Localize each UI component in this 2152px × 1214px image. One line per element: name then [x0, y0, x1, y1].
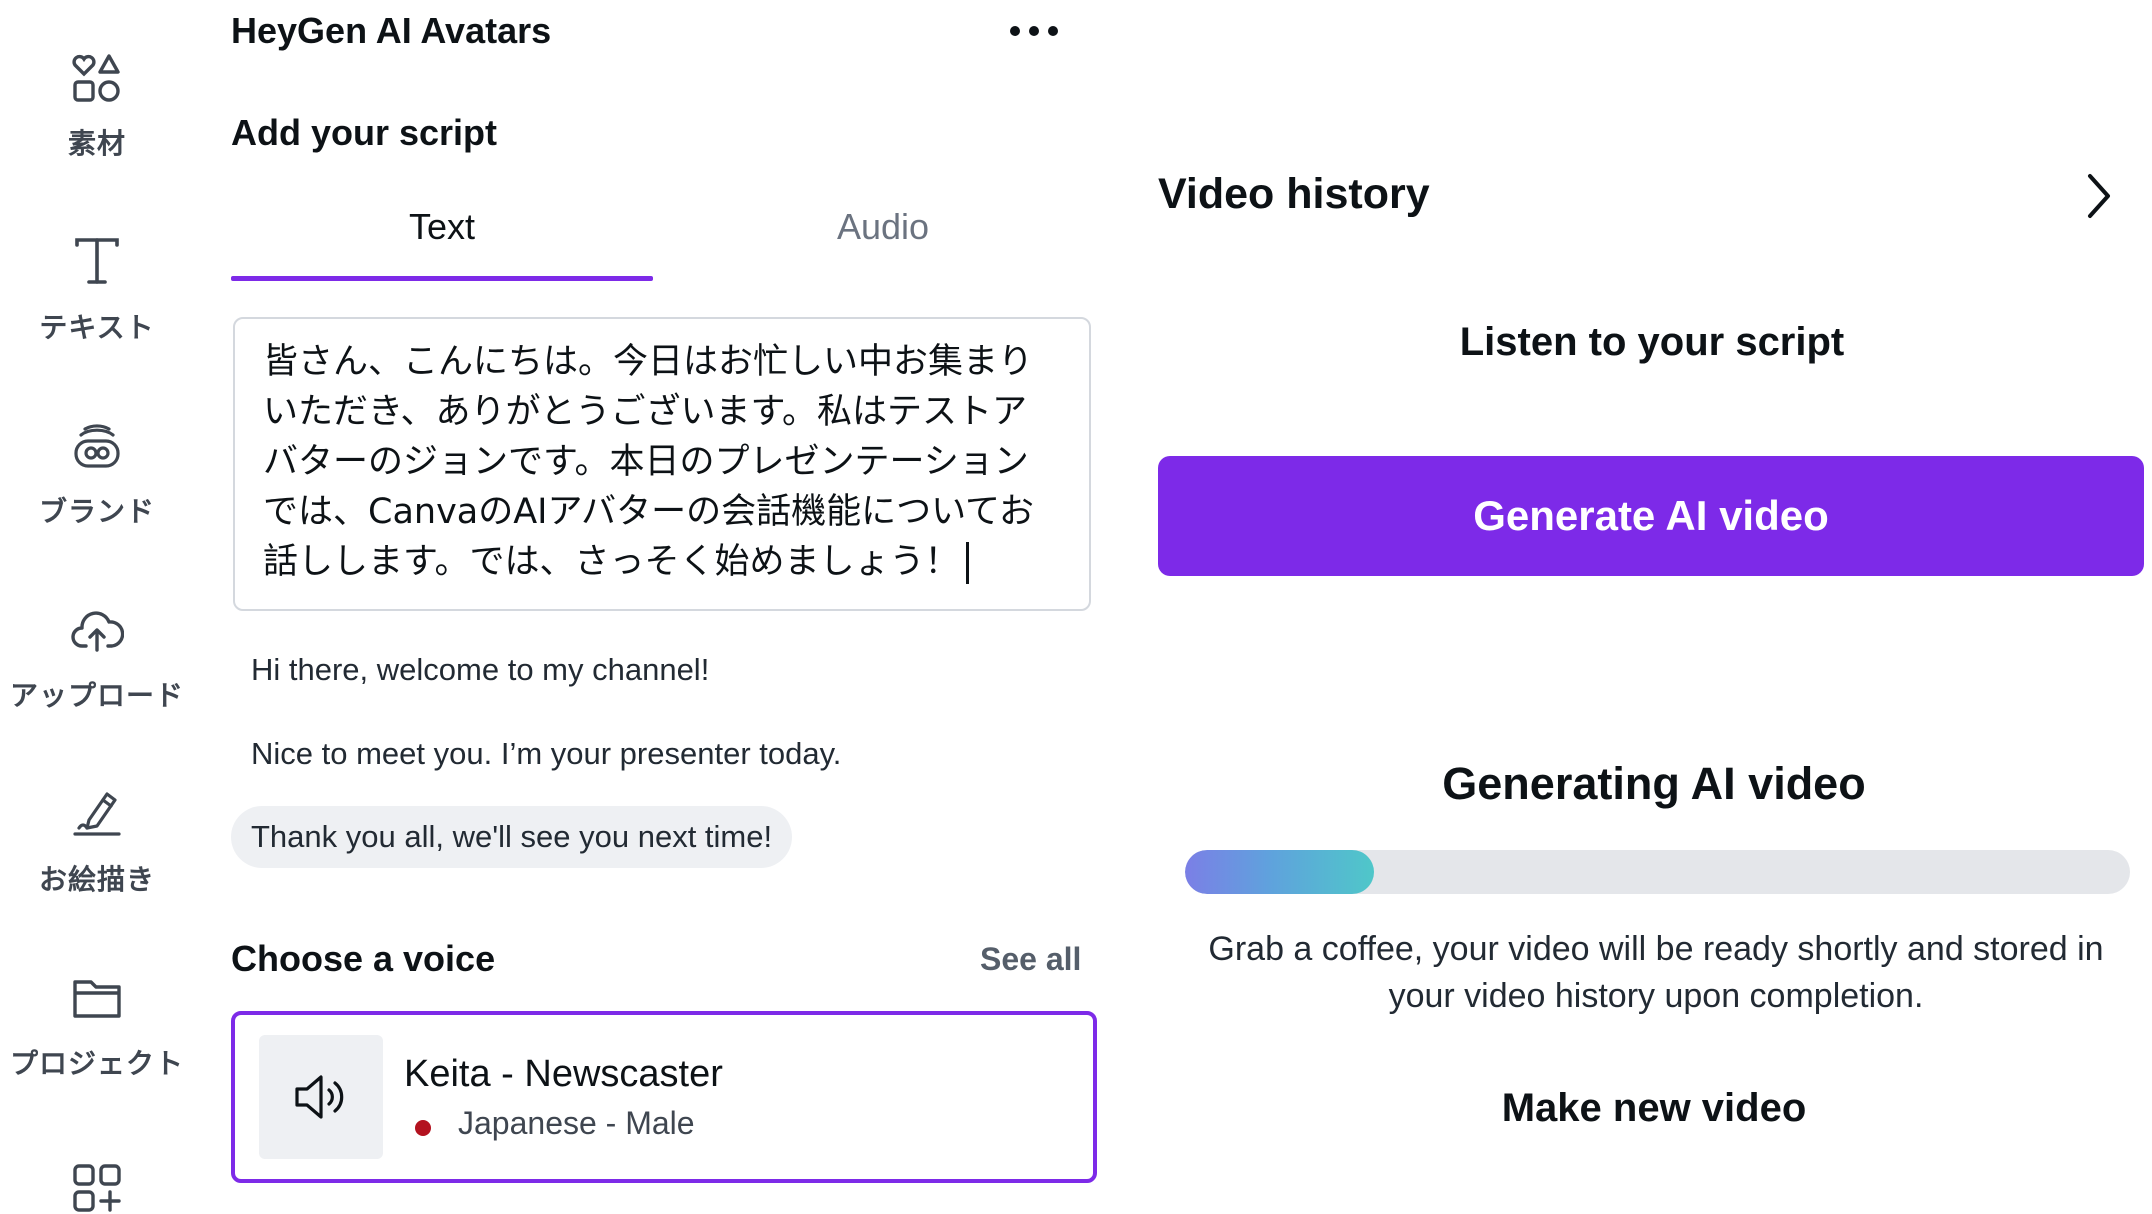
rail-label: 素材: [67, 127, 126, 160]
draw-pen-icon: [73, 792, 121, 836]
speaker-icon: [295, 1075, 344, 1119]
text-icon: [75, 238, 119, 284]
tab-text[interactable]: Text: [231, 206, 653, 280]
more-options-button[interactable]: [1006, 18, 1062, 44]
script-suggestion[interactable]: Nice to meet you. I’m your presenter tod…: [251, 736, 841, 772]
rail-label: ブランド: [38, 495, 155, 528]
voice-preview-button[interactable]: [259, 1035, 383, 1159]
suggestion-text: Thank you all, we'll see you next time!: [251, 819, 773, 854]
voice-card-selected[interactable]: Keita - Newscaster Japanese - Male: [231, 1011, 1097, 1183]
rail-item-apps[interactable]: [0, 1162, 194, 1214]
voice-heading: Choose a voice: [231, 938, 496, 979]
rail-label: お絵描き: [38, 863, 155, 896]
script-suggestion[interactable]: Hi there, welcome to my channel!: [251, 652, 709, 688]
voice-name: Keita - Newscaster: [404, 1053, 723, 1095]
tab-audio[interactable]: Audio: [653, 206, 1113, 280]
text-caret: [965, 542, 969, 584]
generating-title: Generating AI video: [1442, 758, 1866, 809]
folder-icon: [73, 980, 121, 1018]
generation-note: Grab a coffee, your video will be ready …: [1208, 930, 2104, 1015]
generate-ai-video-button[interactable]: Generate AI video: [1158, 456, 2144, 576]
chevron-right-icon[interactable]: [2078, 168, 2118, 224]
apps-icon: [73, 1164, 121, 1212]
rail-item-draw[interactable]: お絵描き: [0, 788, 194, 898]
video-history-title: Video history: [1158, 170, 1430, 218]
elements-icon: [72, 54, 120, 102]
more-dot-icon: [1048, 26, 1058, 36]
make-new-video-link[interactable]: Make new video: [1156, 1086, 2152, 1131]
script-line: バターのジョンです。本日のプレゼンテーション: [263, 442, 1029, 482]
rail-label: テキスト: [39, 311, 155, 344]
more-dot-icon: [1029, 26, 1039, 36]
rail-item-upload[interactable]: アップロード: [0, 604, 194, 714]
script-textarea[interactable]: 皆さん、こんにちは。今日はお忙しい中お集まり いただき、ありがとうございます。私…: [233, 317, 1091, 611]
progress-fill: [1185, 850, 1374, 894]
rail-item-projects[interactable]: プロジェクト: [0, 972, 194, 1082]
rail-item-brand[interactable]: ブランド: [0, 420, 194, 530]
script-line: では、CanvaのAIアバターの会話機能についてお: [263, 492, 1034, 532]
active-tab-indicator: [231, 276, 653, 281]
script-heading: Add your script: [231, 112, 498, 153]
listen-script-link[interactable]: Listen to your script: [1160, 320, 2144, 365]
rail-label: プロジェクト: [9, 1047, 184, 1080]
more-dot-icon: [1010, 26, 1020, 36]
script-line: 話しします。では、さっそく始めましょう！: [263, 542, 960, 582]
see-all-link[interactable]: See all: [980, 941, 1081, 978]
upload-cloud-icon: [71, 611, 124, 652]
voice-language: Japanese - Male: [458, 1105, 695, 1141]
app-title: HeyGen AI Avatars: [231, 10, 552, 51]
rail-item-elements[interactable]: 素材: [0, 52, 194, 162]
script-line: いただき、ありがとうございます。私はテストア: [263, 392, 1028, 432]
rail-label: アップロード: [9, 679, 184, 712]
script-suggestion-hovered[interactable]: Thank you all, we'll see you next time!: [231, 806, 793, 868]
rail-item-text[interactable]: テキスト: [0, 236, 194, 346]
japan-flag-icon: [415, 1120, 431, 1136]
generation-progress-bar: [1185, 850, 2130, 894]
brand-icon: [74, 424, 120, 468]
script-line: 皆さん、こんにちは。今日はお忙しい中お集まり: [263, 342, 1034, 382]
